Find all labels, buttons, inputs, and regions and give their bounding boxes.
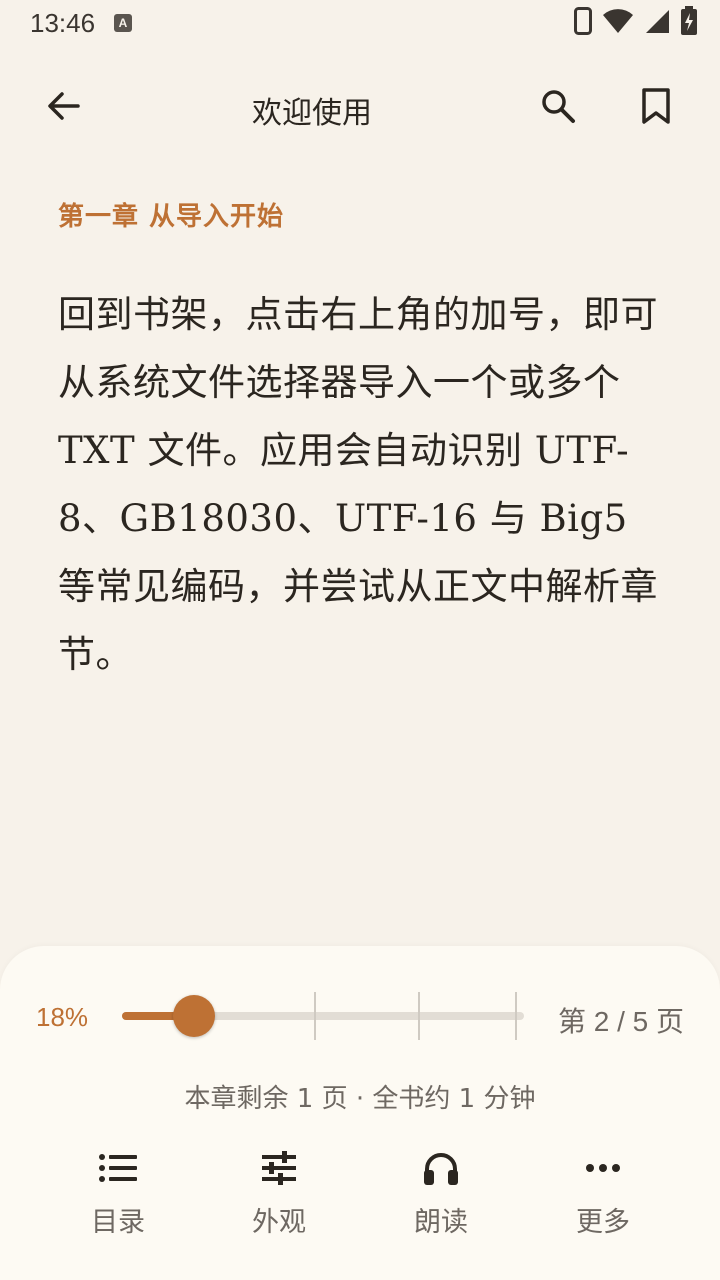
search-icon	[542, 90, 575, 123]
bookmark-icon	[642, 88, 670, 124]
phone-icon	[574, 7, 592, 39]
nav-more-button[interactable]: 更多	[543, 1146, 663, 1239]
battery-charging-icon	[680, 6, 698, 40]
chapter-mark	[514, 992, 517, 1040]
bottom-nav: 目录 外观 朗读 更多	[0, 1146, 720, 1246]
nav-label: 外观	[252, 1207, 306, 1238]
page-title: 欢迎使用	[252, 96, 372, 131]
more-dots-icon	[586, 1164, 620, 1172]
top-app-bar: 欢迎使用	[0, 58, 720, 154]
status-bar: 13:46 A	[0, 0, 720, 48]
remaining-time: 本章剩余 1 页 · 全书约 1 分钟	[184, 1084, 536, 1114]
nav-label: 朗读	[414, 1207, 468, 1238]
nav-label: 目录	[91, 1207, 145, 1238]
chapter-title: 第一章 从导入开始	[58, 202, 285, 232]
chapter-mark	[418, 992, 421, 1040]
signal-icon	[644, 8, 670, 38]
status-time: 13:46	[30, 8, 96, 38]
list-icon	[99, 1154, 137, 1182]
search-button[interactable]	[534, 82, 582, 130]
wifi-icon	[602, 8, 634, 38]
chapter-mark	[313, 992, 316, 1040]
nav-appearance-button[interactable]: 外观	[219, 1146, 339, 1239]
sliders-icon	[262, 1151, 296, 1185]
status-icons	[574, 6, 698, 40]
nav-read-aloud-button[interactable]: 朗读	[381, 1146, 501, 1239]
reading-text: 回到书架，点击右上角的加号，即可从系统文件选择器导入一个或多个 TXT 文件。应…	[58, 293, 658, 676]
nav-toc-button[interactable]: 目录	[58, 1146, 178, 1239]
progress-percent: 18%	[36, 1002, 89, 1032]
nav-label: 更多	[576, 1207, 630, 1238]
reader-control-panel: 18% 第 2 / 5 页 本章剩余 1 页 · 全书约 1 分钟 目录 外观 …	[0, 946, 720, 1280]
bookmark-button[interactable]	[632, 82, 680, 130]
headphones-icon	[424, 1153, 458, 1185]
progress-slider[interactable]	[122, 992, 524, 1040]
notification-badge-icon: A	[114, 14, 132, 32]
page-indicator: 第 2 / 5 页	[557, 1006, 684, 1037]
slider-thumb[interactable]	[173, 995, 216, 1037]
